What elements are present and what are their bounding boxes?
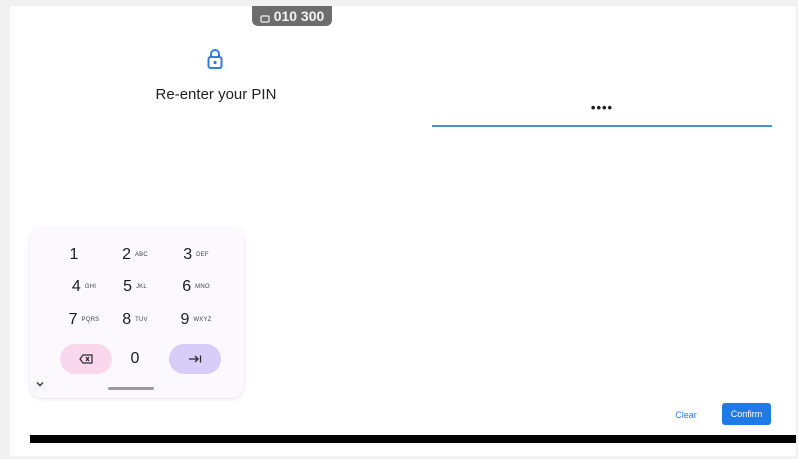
- toast: 010 300: [252, 6, 332, 26]
- toast-text: 010 300: [273, 8, 325, 24]
- key-digit: 2: [122, 246, 131, 263]
- key-letters: TUV: [135, 317, 148, 323]
- pin-input[interactable]: ••••: [432, 100, 772, 127]
- key-letters: JKL: [135, 284, 147, 290]
- key-digit: 7: [68, 311, 78, 328]
- key-9[interactable]: 9 WXYZ: [170, 305, 222, 335]
- key-8[interactable]: 8 TUV: [109, 305, 161, 335]
- tab-next-icon: [189, 355, 202, 363]
- backspace-button[interactable]: [60, 344, 112, 374]
- keyboard-handle[interactable]: [108, 387, 154, 390]
- key-digit: 9: [180, 311, 190, 328]
- key-3[interactable]: 3 DEF: [170, 240, 222, 270]
- key-letters: ABC: [134, 252, 148, 258]
- key-7[interactable]: 7 PQRS: [58, 305, 110, 335]
- key-digit: 5: [123, 278, 132, 295]
- device-icon: [260, 15, 270, 23]
- key-digit: 4: [71, 278, 81, 295]
- key-digit: 8: [122, 311, 132, 328]
- key-6[interactable]: 6 MNO: [170, 272, 222, 302]
- key-letters: PQRS: [81, 317, 100, 323]
- next-button[interactable]: [169, 344, 221, 374]
- key-digit: 1: [69, 246, 79, 263]
- navigation-bar: [30, 435, 796, 443]
- key-digit: 6: [182, 278, 192, 295]
- key-letters: DEF: [196, 252, 209, 258]
- confirm-button[interactable]: Confirm: [722, 403, 771, 425]
- key-5[interactable]: 5 JKL: [109, 272, 161, 302]
- clear-button[interactable]: Clear: [670, 406, 702, 424]
- numeric-keypad: 1 2 ABC 3 DEF 4 GHI 5 JKL 6 MNO 7 PQRS 8: [30, 228, 244, 398]
- chevron-down-icon[interactable]: [34, 378, 46, 390]
- key-letters: GHI: [84, 284, 97, 290]
- key-digit: 3: [183, 246, 193, 263]
- backspace-icon: [79, 354, 93, 364]
- key-0[interactable]: 0: [109, 344, 161, 374]
- lock-icon: [207, 49, 223, 69]
- key-letters: WXYZ: [193, 317, 212, 323]
- key-digit: 0: [130, 350, 140, 367]
- key-4[interactable]: 4 GHI: [58, 272, 110, 302]
- key-2[interactable]: 2 ABC: [109, 240, 161, 270]
- pin-screen: 010 300 Re-enter your PIN •••• 1 2 ABC 3…: [10, 6, 796, 456]
- key-letters: MNO: [195, 284, 210, 290]
- page-title: Re-enter your PIN: [155, 86, 277, 103]
- key-1[interactable]: 1: [48, 240, 100, 270]
